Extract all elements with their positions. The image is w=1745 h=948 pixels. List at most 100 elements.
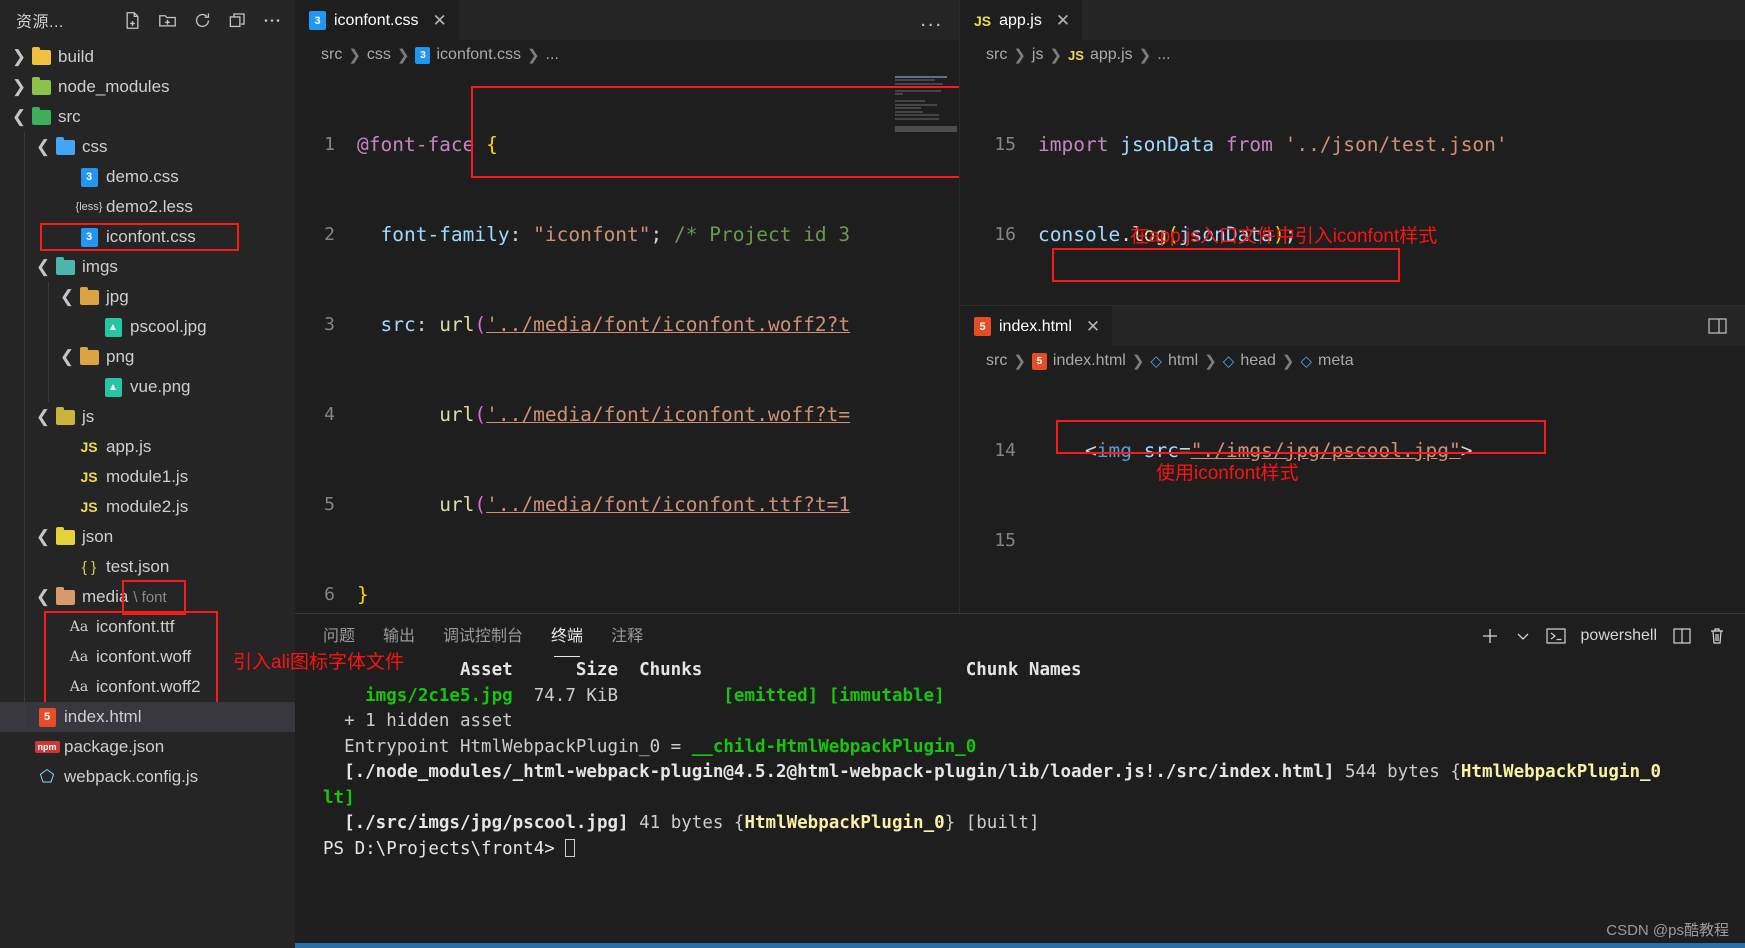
code-line[interactable]: font-family: "iconfont"; /* Project id 3 — [357, 220, 850, 250]
terminal-line: [./node_modules/_html-webpack-plugin@4.5… — [344, 762, 1662, 782]
chevron-right-icon[interactable]: ❯ — [10, 77, 28, 97]
breadcrumb-index-html[interactable]: src ❯ 5 index.html ❯ ◇ html ❯ ◇ head ❯ ◇ — [960, 346, 1745, 376]
terminal-line: Asset Size Chunks Chunk Names — [323, 660, 1082, 680]
chevron-down-icon[interactable]: ❮ — [10, 107, 28, 127]
code-line[interactable]: import jsonData from '../json/test.json' — [1038, 130, 1508, 160]
tab-app-js[interactable]: JS app.js ✕ — [960, 0, 1083, 40]
tab-iconfont-css[interactable]: 3 iconfont.css ✕ — [295, 0, 459, 40]
new-terminal-icon[interactable] — [1479, 625, 1501, 647]
refresh-icon[interactable] — [191, 9, 213, 31]
code-editor-index-html[interactable]: 14 <img src="./imgs/jpg/pscool.jpg"> 15 … — [960, 376, 1745, 613]
tree-item-module2-js[interactable]: JS module2.js — [0, 492, 295, 522]
panel-tab-problems[interactable]: 问题 — [323, 622, 355, 650]
trash-icon[interactable] — [1707, 626, 1727, 646]
tree-item-src[interactable]: ❮ src — [0, 102, 295, 132]
tree-item-iconfont-css[interactable]: 3 iconfont.css — [0, 222, 295, 252]
tree-item-demo2-less[interactable]: {less} demo2.less — [0, 192, 295, 222]
breadcrumb-item[interactable]: src — [321, 46, 342, 64]
breadcrumb-item[interactable]: iconfont.css — [436, 46, 520, 64]
tree-item-demo-css[interactable]: 3 demo.css — [0, 162, 295, 192]
breadcrumb-item[interactable]: app.js — [1090, 46, 1133, 64]
line-number: 1 — [324, 134, 335, 155]
close-icon[interactable]: ✕ — [432, 11, 446, 31]
chevron-down-icon[interactable] — [1515, 628, 1531, 644]
chevron-down-icon[interactable]: ❮ — [34, 527, 52, 547]
tree-item-label: json — [82, 527, 114, 546]
tree-item-node_modules[interactable]: ❯ node_modules — [0, 72, 295, 102]
breadcrumb-css[interactable]: src ❯ css ❯ 3 iconfont.css ❯ ... — [295, 40, 959, 70]
tree-item-iconfont-woff2[interactable]: Aa iconfont.woff2 — [0, 672, 295, 702]
more-actions-icon[interactable] — [261, 9, 283, 31]
tree-item-imgs[interactable]: ❮ imgs — [0, 252, 295, 282]
breadcrumb-item[interactable]: css — [367, 46, 391, 64]
chevron-right-icon[interactable]: ❯ — [10, 47, 28, 67]
close-icon[interactable]: ✕ — [1056, 11, 1070, 31]
panel-tab-comments[interactable]: 注释 — [611, 622, 643, 650]
panel-tab-terminal[interactable]: 终端 — [551, 622, 583, 657]
chevron-right-icon: ❯ — [1049, 47, 1063, 64]
editor-more-actions-icon[interactable]: ... — [904, 0, 959, 40]
code-line[interactable]: @font-face { — [357, 130, 498, 160]
tree-item-index-html[interactable]: 5 index.html — [0, 702, 295, 732]
npm-file-icon: npm — [34, 741, 60, 753]
tree-item-jpg[interactable]: ❮ jpg — [0, 282, 295, 312]
tree-item-pscool-jpg[interactable]: ▲ pscool.jpg — [0, 312, 295, 342]
tree-item-iconfont-ttf[interactable]: Aa iconfont.ttf — [0, 612, 295, 642]
new-folder-icon[interactable] — [156, 9, 178, 31]
terminal-line: imgs/2c1e5.jpg 74.7 KiB [emitted] [immut… — [323, 685, 945, 706]
breadcrumb-item[interactable]: src — [986, 46, 1007, 64]
code-line[interactable]: src: url('../media/font/iconfont.woff2?t — [357, 310, 850, 340]
new-file-icon[interactable] — [121, 9, 143, 31]
minimap[interactable] — [895, 74, 953, 174]
chevron-down-icon[interactable]: ❮ — [58, 287, 76, 307]
code-line[interactable]: url('../media/font/iconfont.woff?t= — [357, 400, 850, 430]
breadcrumb-item[interactable]: index.html — [1053, 352, 1126, 370]
tree-item-package-json[interactable]: npm package.json — [0, 732, 295, 762]
code-editor-app-js[interactable]: 15 import jsonData from '../json/test.jso… — [960, 70, 1745, 305]
code-line[interactable]: } — [357, 580, 369, 610]
tree-item-js[interactable]: ❮ js — [0, 402, 295, 432]
symbol-icon: ◇ — [1300, 353, 1313, 370]
file-tree[interactable]: ❯ build ❯ node_modules ❮ src ❮ css 3 dem… — [0, 40, 295, 948]
tree-item-css[interactable]: ❮ css — [0, 132, 295, 162]
tree-item-module1-js[interactable]: JS module1.js — [0, 462, 295, 492]
collapse-all-icon[interactable] — [226, 9, 248, 31]
terminal-output[interactable]: Asset Size Chunks Chunk Names imgs/2c1e5… — [295, 658, 1745, 943]
panel-tab-debug-console[interactable]: 调试控制台 — [443, 622, 523, 650]
terminal-cursor — [565, 838, 576, 857]
breadcrumb-item[interactable]: html — [1168, 352, 1198, 370]
code-editor-css[interactable]: 1 @font-face { 2 font-family: "iconfont";… — [295, 70, 959, 613]
tab-index-html[interactable]: 5 index.html ✕ — [960, 306, 1113, 346]
code-line[interactable]: url('../media/font/iconfont.ttf?t=1 — [357, 490, 850, 520]
tree-item-png[interactable]: ❮ png — [0, 342, 295, 372]
panel-tab-output[interactable]: 输出 — [383, 622, 415, 650]
chevron-down-icon[interactable]: ❮ — [34, 407, 52, 427]
split-terminal-icon[interactable] — [1671, 626, 1693, 646]
terminal-shell-label[interactable]: powershell — [1581, 627, 1657, 645]
minimap-slider[interactable] — [895, 126, 957, 132]
breadcrumb-item[interactable]: meta — [1318, 352, 1354, 370]
breadcrumb-item[interactable]: head — [1240, 352, 1276, 370]
terminal-icon — [1545, 626, 1567, 646]
breadcrumb-item[interactable]: src — [986, 352, 1007, 370]
tree-item-vue-png[interactable]: ▲ vue.png — [0, 372, 295, 402]
tree-item-webpack-config-js[interactable]: ⬠ webpack.config.js — [0, 762, 295, 792]
tree-item-build[interactable]: ❯ build — [0, 42, 295, 72]
editor-pane-app-js: JS app.js ✕ src ❯ js ❯ JS app.js ❯ ... 1… — [960, 0, 1745, 305]
breadcrumb-item[interactable]: ... — [1157, 46, 1170, 64]
breadcrumb-item[interactable]: js — [1032, 46, 1044, 64]
chevron-down-icon[interactable]: ❮ — [34, 257, 52, 277]
split-editor-icon[interactable] — [1691, 306, 1745, 346]
chevron-down-icon[interactable]: ❮ — [58, 347, 76, 367]
chevron-down-icon[interactable]: ❮ — [34, 587, 52, 607]
breadcrumb-app-js[interactable]: src ❯ js ❯ JS app.js ❯ ... — [960, 40, 1745, 70]
tree-item-app-js[interactable]: JS app.js — [0, 432, 295, 462]
explorer-actions — [121, 9, 283, 31]
terminal-line: + 1 hidden asset — [323, 711, 513, 731]
tree-item-json[interactable]: ❮ json — [0, 522, 295, 552]
tree-item-media-font[interactable]: ❮ media \ font — [0, 580, 295, 615]
breadcrumb-item[interactable]: ... — [546, 46, 559, 64]
tree-item-test-json[interactable]: { } test.json — [0, 552, 295, 582]
chevron-down-icon[interactable]: ❮ — [34, 137, 52, 157]
close-icon[interactable]: ✕ — [1086, 317, 1100, 337]
